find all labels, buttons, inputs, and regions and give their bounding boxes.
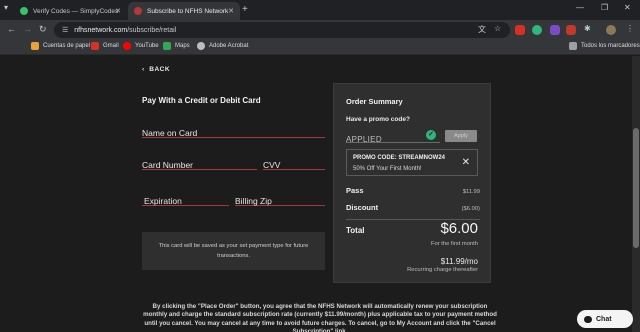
bookmark-item[interactable]: Maps	[163, 42, 190, 50]
remove-promo-icon[interactable]: ✕	[462, 157, 470, 168]
card-saved-notice: This card will be saved as your set paym…	[142, 232, 325, 270]
browser-tab-bar: Verify Codes — SimplyCodes ✕ Subscribe t…	[0, 0, 640, 20]
url-host: nfhsnetwork.com	[74, 26, 128, 34]
bookmark-label: Maps	[175, 43, 190, 49]
extension-icon[interactable]	[566, 25, 576, 35]
name-on-card-placeholder: Name on Card	[142, 128, 198, 138]
pass-label: Pass	[346, 186, 364, 195]
chat-bubble-icon	[584, 315, 592, 323]
bookmark-item[interactable]: YouTube	[123, 42, 159, 50]
back-link[interactable]: ‹ BACK	[142, 66, 170, 73]
check-circle-icon: ✓	[426, 130, 436, 140]
applied-promo-box: PROMO CODE: STREAMNOW24 50% Off Your Fir…	[346, 149, 478, 176]
order-summary-panel: Order Summary Have a promo code? APPLIED…	[333, 83, 491, 283]
minimize-icon[interactable]: —	[576, 3, 584, 12]
page-scrollbar[interactable]	[632, 56, 640, 332]
globe-icon	[197, 42, 205, 50]
extensions-puzzle-icon[interactable]: ✱	[584, 24, 591, 33]
total-label: Total	[346, 226, 365, 235]
all-bookmarks[interactable]: Todos los marcadores	[569, 42, 640, 50]
discount-value: ($6.00)	[461, 206, 480, 212]
checkout-page: ‹ BACK Pay With a Credit or Debit Card N…	[0, 56, 640, 332]
expiration-placeholder: Expiration	[144, 196, 182, 206]
billing-zip-placeholder: Billing Zip	[235, 196, 272, 206]
url-path: /subscribe/retail	[127, 26, 177, 34]
order-summary-title: Order Summary	[346, 97, 403, 106]
cvv-field[interactable]: CVV	[263, 155, 325, 170]
reload-icon[interactable]: ↻	[39, 24, 47, 35]
card-number-field[interactable]: Card Number	[142, 155, 257, 170]
close-tab-icon[interactable]: ✕	[228, 7, 234, 15]
folder-icon	[31, 42, 39, 50]
bookmark-label: Gmail	[103, 43, 119, 49]
menu-kebab-icon[interactable]: ⋮	[626, 24, 634, 33]
card-number-placeholder: Card Number	[142, 160, 194, 170]
pass-value: $11.99	[462, 189, 480, 195]
promo-description: 50% Off Your First Month!	[353, 166, 422, 172]
url-text[interactable]: nfhsnetwork.com/subscribe/retail	[74, 27, 176, 34]
maps-icon	[163, 42, 171, 50]
monthly-amount: $11.99/mo	[440, 257, 478, 266]
apply-button[interactable]: Apply	[445, 130, 477, 142]
subscription-terms: By clicking the "Place Order" button, yo…	[143, 303, 497, 332]
bookmark-item[interactable]: Adobe Acrobat	[197, 42, 248, 50]
back-arrow-icon[interactable]: ←	[7, 24, 16, 34]
site-info-icon[interactable]: ☰	[62, 26, 68, 34]
total-note: For the first month	[430, 241, 478, 247]
monthly-note: Recurring charge thereafter	[407, 267, 478, 273]
close-window-icon[interactable]: ✕	[624, 3, 631, 12]
back-label: BACK	[149, 66, 171, 73]
promo-question: Have a promo code?	[346, 116, 410, 123]
new-tab-icon[interactable]: +	[242, 4, 248, 15]
close-tab-icon[interactable]: ✕	[115, 7, 121, 15]
expiration-field[interactable]: Expiration	[142, 191, 229, 206]
folder-icon	[569, 42, 577, 50]
tab-simplycodes[interactable]: Verify Codes — SimplyCodes ✕	[14, 2, 127, 20]
bookmark-star-icon[interactable]: ☆	[494, 24, 501, 33]
chat-button[interactable]: Chat	[577, 310, 633, 328]
simplycodes-extension-icon[interactable]	[532, 25, 542, 35]
forward-arrow-icon[interactable]: →	[23, 24, 32, 34]
billing-zip-field[interactable]: Billing Zip	[235, 191, 325, 206]
bookmarks-bar: Cuentas de papel Gmail YouTube Maps Adob…	[0, 40, 640, 55]
bookmark-item[interactable]: Gmail	[91, 42, 119, 50]
discount-label: Discount	[346, 203, 379, 212]
youtube-icon	[123, 42, 131, 50]
bookmark-label: Todos los marcadores	[581, 43, 640, 49]
nfhs-favicon-icon	[134, 7, 142, 15]
total-amount: $6.00	[440, 220, 478, 237]
maximize-icon[interactable]: ❐	[601, 3, 608, 12]
bookmark-label: YouTube	[135, 43, 159, 49]
tab-title: Subscribe to NFHS Network	[147, 7, 229, 15]
simplycodes-favicon-icon	[20, 7, 28, 15]
chat-label: Chat	[596, 315, 612, 323]
discount-row: Discount ($6.00)	[346, 203, 480, 212]
tab-title: Verify Codes — SimplyCodes	[33, 7, 119, 15]
promo-status: APPLIED	[346, 135, 382, 144]
cvv-placeholder: CVV	[263, 160, 281, 170]
omnibox[interactable]: ☰ nfhsnetwork.com/subscribe/retail	[54, 22, 510, 38]
promo-code-label: PROMO CODE: STREAMNOW24	[353, 155, 446, 161]
tab-search-icon[interactable]: ▾	[4, 3, 8, 12]
scrollbar-thumb[interactable]	[633, 128, 639, 248]
translate-icon[interactable]: 文	[478, 24, 486, 35]
extension-icon[interactable]	[515, 25, 525, 35]
gmail-icon	[91, 42, 99, 50]
profile-avatar[interactable]	[606, 25, 616, 35]
extension-icon[interactable]	[550, 25, 560, 35]
bookmark-item[interactable]: Cuentas de papel	[31, 42, 90, 50]
tab-nfhs[interactable]: Subscribe to NFHS Network ✕	[128, 2, 240, 20]
pass-row: Pass $11.99	[346, 186, 480, 195]
bookmark-label: Cuentas de papel	[43, 43, 91, 49]
payment-title: Pay With a Credit or Debit Card	[142, 96, 261, 105]
address-bar-row: ← → ↻ ☰ nfhsnetwork.com/subscribe/retail…	[0, 20, 640, 40]
name-on-card-field[interactable]: Name on Card	[142, 123, 325, 138]
bookmark-label: Adobe Acrobat	[209, 43, 249, 49]
